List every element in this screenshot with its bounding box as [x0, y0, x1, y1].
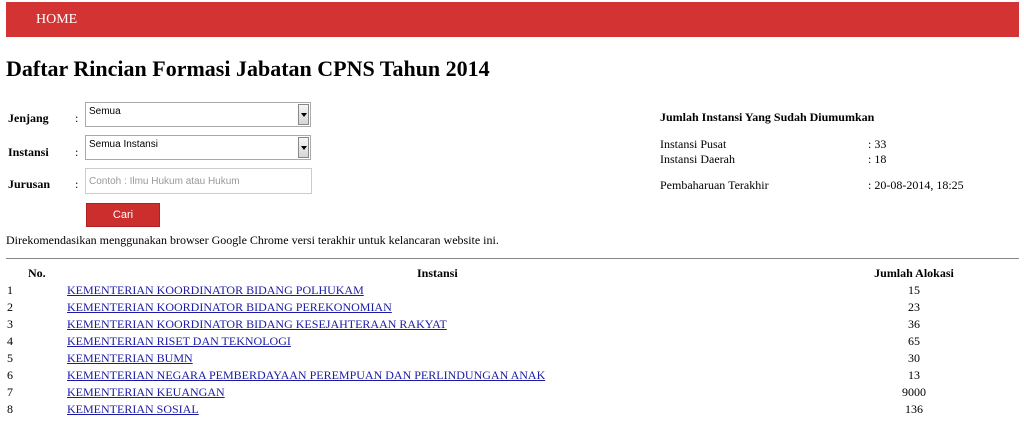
instansi-select-value: Semua Instansi	[89, 139, 158, 150]
row-number: 8	[7, 402, 13, 416]
row-number: 6	[7, 368, 13, 382]
last-updated-value: : 20-08-2014, 18:25	[868, 178, 964, 192]
allocation-count: 136	[905, 402, 923, 416]
table-row: 1 KEMENTERIAN KOORDINATOR BIDANG POLHUKA…	[0, 282, 1024, 299]
instansi-link[interactable]: KEMENTERIAN RISET DAN TEKNOLOGI	[67, 334, 291, 349]
chevron-down-icon[interactable]	[298, 137, 309, 158]
instansi-link[interactable]: KEMENTERIAN KEUANGAN	[67, 385, 225, 400]
table-row: 8 KEMENTERIAN SOSIAL 136	[0, 401, 1024, 418]
jenjang-select[interactable]: Semua	[85, 102, 311, 127]
page-title: Daftar Rincian Formasi Jabatan CPNS Tahu…	[6, 56, 490, 81]
allocation-count: 23	[908, 300, 920, 314]
instansi-daerah-value: : 18	[868, 152, 887, 166]
table-row: 6 KEMENTERIAN NEGARA PEMBERDAYAAN PEREMP…	[0, 367, 1024, 384]
jurusan-colon: :	[75, 177, 79, 191]
allocation-count: 30	[908, 351, 920, 365]
last-updated-label: Pembaharuan Terakhir	[660, 178, 769, 192]
instansi-pusat-value: : 33	[868, 137, 887, 151]
search-button[interactable]: Cari	[86, 203, 160, 227]
allocation-count: 36	[908, 317, 920, 331]
allocation-count: 15	[908, 283, 920, 297]
info-title: Jumlah Instansi Yang Sudah Diumumkan	[660, 110, 875, 124]
allocation-count: 13	[908, 368, 920, 382]
row-number: 2	[7, 300, 13, 314]
table-row: 5 KEMENTERIAN BUMN 30	[0, 350, 1024, 367]
row-number: 7	[7, 385, 13, 399]
top-navbar: HOME	[6, 2, 1019, 37]
row-number: 1	[7, 283, 13, 297]
row-number: 4	[7, 334, 13, 348]
instansi-link[interactable]: KEMENTERIAN SOSIAL	[67, 402, 199, 417]
divider	[6, 258, 1019, 259]
instansi-link[interactable]: KEMENTERIAN BUMN	[67, 351, 193, 366]
table-body: 1 KEMENTERIAN KOORDINATOR BIDANG POLHUKA…	[0, 282, 1024, 418]
jurusan-input[interactable]	[85, 168, 312, 194]
column-header-instansi: Instansi	[417, 266, 458, 280]
instansi-link[interactable]: KEMENTERIAN KOORDINATOR BIDANG POLHUKAM	[67, 283, 364, 298]
instansi-select[interactable]: Semua Instansi	[85, 135, 311, 160]
allocation-count: 9000	[902, 385, 926, 399]
allocation-count: 65	[908, 334, 920, 348]
instansi-label: Instansi	[8, 145, 49, 159]
table-row: 7 KEMENTERIAN KEUANGAN 9000	[0, 384, 1024, 401]
table-row: 4 KEMENTERIAN RISET DAN TEKNOLOGI 65	[0, 333, 1024, 350]
table-row: 3 KEMENTERIAN KOORDINATOR BIDANG KESEJAH…	[0, 316, 1024, 333]
instansi-link[interactable]: KEMENTERIAN KOORDINATOR BIDANG KESEJAHTE…	[67, 317, 447, 332]
browser-recommendation: Direkomendasikan menggunakan browser Goo…	[6, 233, 499, 247]
jenjang-label: Jenjang	[8, 111, 49, 125]
column-header-jumlah: Jumlah Alokasi	[874, 266, 954, 280]
nav-home-link[interactable]: HOME	[36, 12, 77, 28]
instansi-pusat-label: Instansi Pusat	[660, 137, 727, 151]
instansi-link[interactable]: KEMENTERIAN NEGARA PEMBERDAYAAN PEREMPUA…	[67, 368, 545, 383]
row-number: 5	[7, 351, 13, 365]
row-number: 3	[7, 317, 13, 331]
jenjang-colon: :	[75, 111, 79, 125]
instansi-colon: :	[75, 145, 79, 159]
chevron-down-icon[interactable]	[298, 104, 309, 125]
table-row: 2 KEMENTERIAN KOORDINATOR BIDANG PEREKON…	[0, 299, 1024, 316]
instansi-link[interactable]: KEMENTERIAN KOORDINATOR BIDANG PEREKONOM…	[67, 300, 392, 315]
jurusan-label: Jurusan	[8, 177, 51, 191]
column-header-no: No.	[28, 266, 46, 280]
instansi-daerah-label: Instansi Daerah	[660, 152, 735, 166]
jenjang-select-value: Semua	[89, 106, 121, 117]
